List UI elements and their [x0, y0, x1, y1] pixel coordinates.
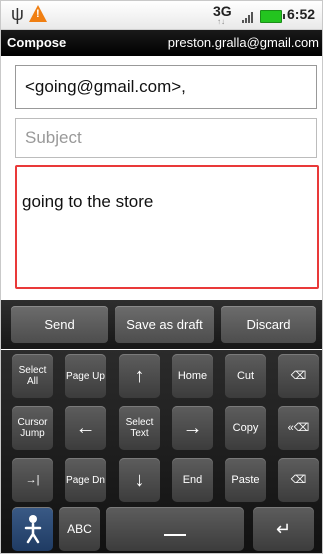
action-bar: Send Save as draft Discard — [1, 300, 322, 349]
key-backspace[interactable]: ⌫ — [278, 458, 319, 502]
to-field[interactable]: <going@gmail.com>, — [15, 65, 317, 109]
message-body-field[interactable]: going to the store — [15, 165, 319, 289]
keyboard: Select All Page Up ↑ Home Cut ⌫ Cursor J… — [1, 350, 322, 553]
network-indicator: 3G ↑↓ — [213, 3, 232, 26]
discard-button[interactable]: Discard — [221, 306, 316, 343]
key-space[interactable] — [106, 507, 244, 551]
subject-field[interactable]: Subject — [15, 118, 317, 158]
key-home[interactable]: Home — [172, 354, 213, 398]
signal-icon — [242, 11, 256, 23]
key-cursor-jump[interactable]: Cursor Jump — [12, 406, 53, 450]
key-select-all[interactable]: Select All — [12, 354, 53, 398]
warning-icon: ! — [29, 5, 47, 22]
status-bar: ψ ! 3G ↑↓ 6:52 — [1, 1, 322, 30]
save-draft-button[interactable]: Save as draft — [115, 306, 214, 343]
page-title: Compose — [7, 35, 67, 50]
key-abc[interactable]: ABC — [59, 507, 100, 551]
send-button[interactable]: Send — [11, 306, 108, 343]
key-select-text[interactable]: Select Text — [119, 406, 160, 450]
key-delete-word[interactable]: «⌫ — [278, 406, 319, 450]
key-arrow-down[interactable]: ↓ — [119, 458, 160, 502]
key-accessibility[interactable] — [12, 507, 53, 551]
key-paste[interactable]: Paste — [225, 458, 266, 502]
usb-icon: ψ — [11, 4, 24, 24]
account-email: preston.gralla@gmail.com — [167, 35, 319, 50]
battery-icon — [260, 10, 285, 23]
to-field-value: <going@gmail.com>, — [25, 77, 186, 96]
key-tab[interactable]: →| — [12, 458, 53, 502]
accessibility-icon — [24, 515, 41, 544]
key-page-down[interactable]: Page Dn — [65, 458, 106, 502]
key-copy[interactable]: Copy — [225, 406, 266, 450]
status-time: 6:52 — [287, 6, 316, 22]
key-enter[interactable]: ↵ — [253, 507, 314, 551]
subject-placeholder: Subject — [25, 128, 82, 147]
key-page-up[interactable]: Page Up — [65, 354, 106, 398]
key-arrow-left[interactable]: ← — [65, 406, 106, 450]
compose-screen: ψ ! 3G ↑↓ 6:52 Compose preston.gralla@gma… — [0, 0, 323, 554]
key-delete-forward[interactable]: ⌫ — [278, 354, 319, 398]
key-end[interactable]: End — [172, 458, 213, 502]
key-cut[interactable]: Cut — [225, 354, 266, 398]
key-arrow-right[interactable]: → — [172, 406, 213, 450]
message-body-text: going to the store — [22, 192, 154, 211]
title-bar: Compose preston.gralla@gmail.com — [1, 30, 322, 56]
key-arrow-up[interactable]: ↑ — [119, 354, 160, 398]
